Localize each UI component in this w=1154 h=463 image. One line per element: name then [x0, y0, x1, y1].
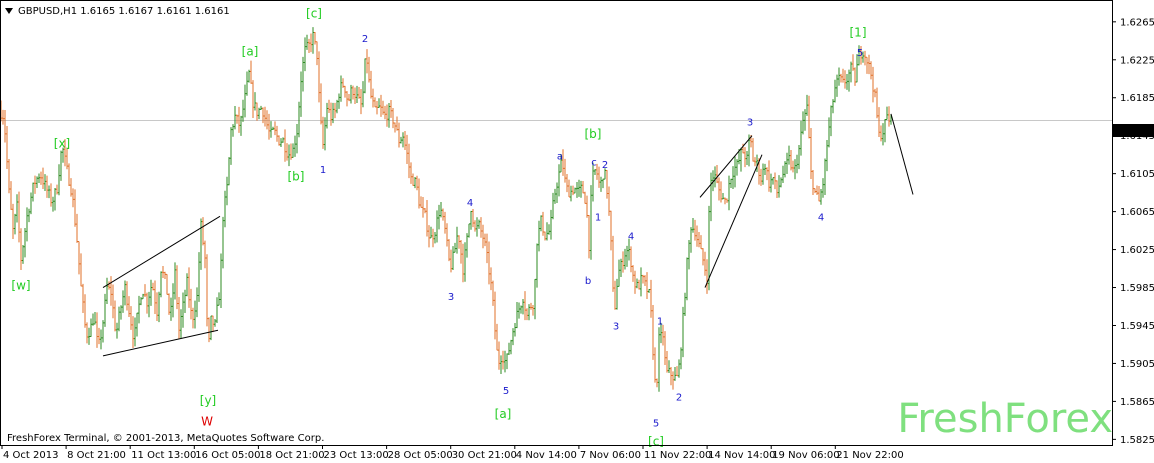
- chart-svg: [c][a][x][w][b][y]W21435[a][b]ac 21b43 125…: [0, 0, 1154, 463]
- x-tick-label: 21 Nov 22:00: [836, 450, 903, 461]
- wave-label: 4: [628, 231, 634, 242]
- wave-label: [b]: [288, 170, 305, 184]
- current-price-label: 1.6161: [1117, 126, 1152, 137]
- wave-label: 1: [657, 317, 663, 328]
- y-tick-label: 1.6025: [1120, 245, 1154, 256]
- x-tick-label: 11 Nov 22:00: [644, 450, 711, 461]
- y-tick-label: 1.5865: [1120, 397, 1154, 408]
- wave-label: a: [557, 152, 563, 163]
- y-tick-label: 1.5905: [1120, 359, 1154, 370]
- x-tick-label: 14 Nov 14:00: [708, 450, 775, 461]
- current-price-tag: 1.6161: [1113, 124, 1154, 137]
- x-tick-label: 28 Oct 05:00: [388, 450, 453, 461]
- x-tick-label: 30 Oct 21:00: [452, 450, 517, 461]
- wave-label: [y]: [200, 394, 216, 408]
- x-tick-label: 4 Oct 2013: [3, 450, 58, 461]
- y-tick-label: 1.6065: [1120, 207, 1154, 218]
- wave-label: [1]: [850, 25, 867, 39]
- copyright-text: FreshForex Terminal, © 2001-2013, MetaQu…: [7, 433, 324, 444]
- x-tick-label: 11 Oct 13:00: [131, 450, 196, 461]
- wave-label: 2: [602, 160, 608, 171]
- x-tick-label: 18 Oct 21:00: [259, 450, 324, 461]
- wave-label: c: [591, 157, 597, 168]
- x-tick-label: 16 Oct 05:00: [195, 450, 260, 461]
- wave-label: [w]: [11, 279, 30, 293]
- wave-label: [c]: [648, 434, 664, 448]
- chart-header: GBPUSD,H1 1.6165 1.6167 1.6161 1.6161: [18, 6, 230, 17]
- chart-background: [0, 0, 1154, 463]
- wave-label: 4: [818, 212, 824, 223]
- wave-label: [c]: [306, 6, 322, 20]
- wave-label: 5: [503, 386, 509, 397]
- wave-label: 3: [448, 292, 454, 303]
- y-tick-label: 1.6265: [1120, 17, 1154, 28]
- wave-label: 5: [857, 48, 863, 59]
- wave-label: b: [585, 276, 591, 287]
- x-tick-label: 8 Oct 21:00: [67, 450, 126, 461]
- wave-label: [a]: [495, 407, 512, 421]
- wave-label: 4: [467, 198, 473, 209]
- y-tick-label: 1.6225: [1120, 55, 1154, 66]
- y-tick-label: 1.5985: [1120, 283, 1154, 294]
- y-tick-label: 1.5945: [1120, 321, 1154, 332]
- wave-label: 1: [595, 212, 601, 223]
- wave-label: [b]: [585, 127, 602, 141]
- wave-label: 3: [613, 321, 619, 332]
- x-tick-label: 4 Nov 14:00: [516, 450, 577, 461]
- wave-label: 1: [320, 165, 326, 176]
- y-tick-label: 1.5825: [1120, 435, 1154, 446]
- x-tick-label: 23 Oct 13:00: [324, 450, 389, 461]
- x-tick-label: 7 Nov 06:00: [580, 450, 641, 461]
- y-tick-label: 1.6105: [1120, 169, 1154, 180]
- watermark: FreshForex: [897, 396, 1113, 442]
- wave-label: W: [201, 414, 213, 428]
- wave-label: 2: [362, 34, 368, 45]
- wave-label: 5: [653, 418, 659, 429]
- wave-label: [x]: [54, 136, 70, 150]
- wave-label: 2: [676, 393, 682, 404]
- y-tick-label: 1.6185: [1120, 93, 1154, 104]
- x-tick-label: 19 Nov 06:00: [772, 450, 839, 461]
- wave-label: [a]: [242, 44, 259, 58]
- wave-label: 3: [747, 117, 753, 128]
